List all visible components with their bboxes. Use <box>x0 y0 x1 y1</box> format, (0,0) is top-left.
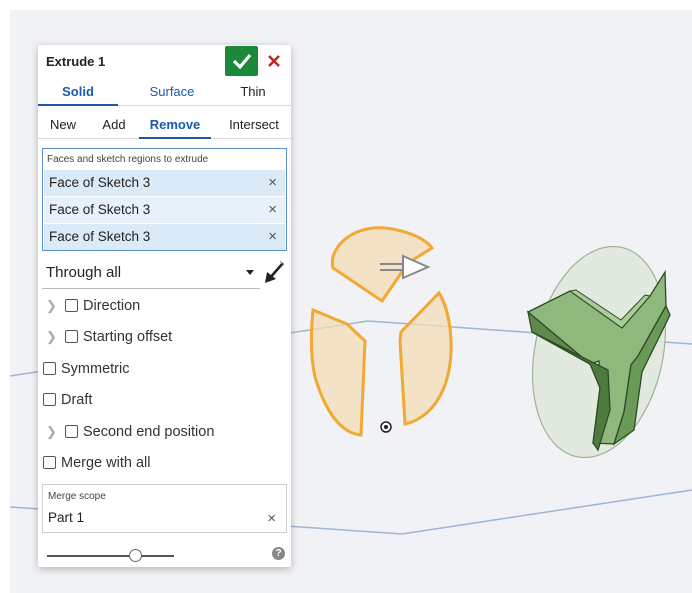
symmetric-label: Symmetric <box>61 361 130 377</box>
extruded-part[interactable] <box>514 234 684 470</box>
op-remove[interactable]: Remove <box>139 115 211 139</box>
help-icon[interactable]: ? <box>272 547 285 560</box>
remove-scope-icon[interactable]: × <box>267 510 276 527</box>
merge-scope-value: Part 1 <box>48 510 85 525</box>
face-item[interactable]: Face of Sketch 3 × <box>44 170 285 196</box>
cancel-button[interactable] <box>262 49 286 73</box>
merge-all-checkbox[interactable] <box>43 456 56 469</box>
face-item[interactable]: Face of Sketch 3 × <box>44 197 285 223</box>
extrude-type-tabs: Solid Surface Thin <box>38 82 291 106</box>
extrude-dialog: Extrude 1 Solid Surface Thin New Add Rem… <box>38 45 291 567</box>
draft-label: Draft <box>61 392 93 408</box>
starting-offset-option[interactable]: ❯ Starting offset <box>38 326 288 348</box>
starting-offset-checkbox[interactable] <box>65 330 78 343</box>
dialog-header: Extrude 1 <box>38 45 291 77</box>
origin-icon <box>380 421 392 433</box>
operation-tabs: New Add Remove Intersect <box>38 115 291 139</box>
face-item-label: Face of Sketch 3 <box>49 229 151 244</box>
op-add[interactable]: Add <box>94 115 134 139</box>
chevron-right-icon[interactable]: ❯ <box>46 326 57 348</box>
merge-scope-label: Merge scope <box>48 491 106 502</box>
op-new[interactable]: New <box>42 115 84 139</box>
slider-track[interactable] <box>47 555 174 557</box>
draft-option[interactable]: Draft <box>43 389 92 411</box>
plane-edge-bottom-right <box>401 489 692 535</box>
symmetric-option[interactable]: Symmetric <box>43 358 129 380</box>
second-end-option[interactable]: ❯ Second end position <box>38 421 288 443</box>
direction-label: Direction <box>83 298 141 314</box>
chevron-right-icon[interactable]: ❯ <box>46 295 57 317</box>
second-end-label: Second end position <box>83 424 215 440</box>
merge-scope-box[interactable]: Merge scope Part 1 × <box>42 484 287 533</box>
chevron-down-icon <box>246 270 254 275</box>
accept-button[interactable] <box>225 46 258 76</box>
close-icon <box>268 55 280 67</box>
tab-thin[interactable]: Thin <box>223 82 283 106</box>
slider-thumb[interactable] <box>129 549 142 562</box>
direction-checkbox[interactable] <box>65 299 78 312</box>
faces-selection-box[interactable]: Faces and sketch regions to extrude Face… <box>42 148 287 251</box>
remove-face-icon[interactable]: × <box>268 170 277 196</box>
chevron-right-icon[interactable]: ❯ <box>46 421 57 443</box>
end-type-value: Through all <box>46 264 122 281</box>
end-type-dropdown[interactable]: Through all <box>42 261 260 289</box>
faces-label: Faces and sketch regions to extrude <box>47 154 209 165</box>
dialog-title: Extrude 1 <box>46 54 106 69</box>
tab-solid[interactable]: Solid <box>38 82 118 106</box>
face-item-label: Face of Sketch 3 <box>49 175 151 190</box>
tab-surface[interactable]: Surface <box>132 82 212 106</box>
sketch-region-left <box>309 307 367 437</box>
sketch-region-right <box>398 290 453 426</box>
sketch-regions[interactable] <box>309 226 453 437</box>
face-item[interactable]: Face of Sketch 3 × <box>44 224 285 250</box>
op-intersect[interactable]: Intersect <box>220 115 288 139</box>
starting-offset-label: Starting offset <box>83 329 173 345</box>
flip-direction-icon[interactable] <box>263 259 287 285</box>
symmetric-checkbox[interactable] <box>43 362 56 375</box>
face-item-label: Face of Sketch 3 <box>49 202 151 217</box>
draft-checkbox[interactable] <box>43 393 56 406</box>
remove-face-icon[interactable]: × <box>268 224 277 250</box>
second-end-checkbox[interactable] <box>65 425 78 438</box>
direction-option[interactable]: ❯ Direction <box>38 295 288 317</box>
merge-all-label: Merge with all <box>61 455 151 471</box>
remove-face-icon[interactable]: × <box>268 197 277 223</box>
merge-all-option[interactable]: Merge with all <box>43 452 150 474</box>
check-icon <box>232 53 251 69</box>
